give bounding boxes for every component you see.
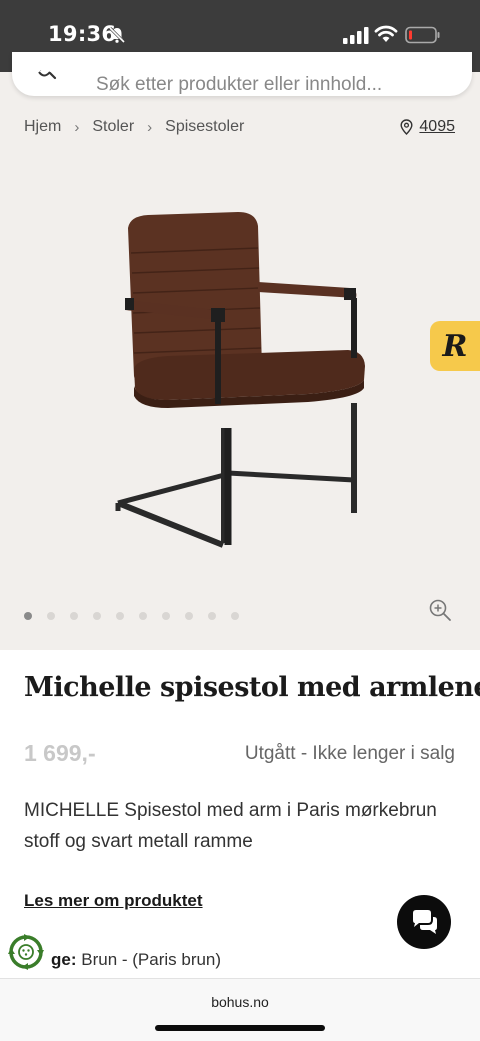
eco-icon — [8, 934, 44, 970]
chat-button[interactable] — [397, 895, 451, 949]
url-text[interactable]: bohus.no — [0, 994, 480, 1010]
location-pin-icon — [400, 119, 413, 135]
pagination-dot[interactable] — [24, 612, 32, 620]
pagination-dot[interactable] — [139, 612, 147, 620]
bell-muted-icon — [108, 26, 126, 44]
availability-status: Utgått - Ikke lenger i salg — [244, 743, 455, 764]
store-number-link[interactable]: 4095 — [419, 118, 455, 136]
r-badge[interactable]: R — [430, 321, 480, 371]
signal-icon — [343, 27, 369, 44]
pagination-dot[interactable] — [47, 612, 55, 620]
product-description: MICHELLE Spisestol med arm i Paris mørke… — [24, 800, 437, 852]
search-bar-area: Søk etter produkter eller innhold... — [0, 52, 480, 102]
variant-value: Brun - (Paris brun) — [81, 950, 222, 969]
battery-icon — [405, 26, 440, 44]
zoom-in-icon[interactable] — [428, 598, 452, 622]
chat-icon — [413, 910, 437, 934]
home-indicator — [155, 1025, 325, 1031]
gallery-pagination — [24, 612, 254, 620]
pagination-dot[interactable] — [70, 612, 78, 620]
breadcrumb-chairs[interactable]: Stoler — [92, 118, 134, 136]
product-image[interactable] — [108, 208, 373, 558]
store-selector[interactable]: 4095 — [400, 118, 455, 136]
variant-label: ge: — [51, 950, 77, 969]
pagination-dot[interactable] — [93, 612, 101, 620]
search-placeholder: Søk etter produkter eller innhold... — [96, 74, 383, 95]
pagination-dot[interactable] — [208, 612, 216, 620]
chevron-right-icon: › — [74, 118, 80, 136]
chevron-right-icon: › — [147, 118, 153, 136]
breadcrumb-dining-chairs[interactable]: Spisestoler — [165, 118, 244, 136]
breadcrumb-home[interactable]: Hjem — [24, 118, 61, 136]
pagination-dot[interactable] — [231, 612, 239, 620]
variant-info: ge: Brun - (Paris brun) — [51, 950, 221, 970]
product-price: 1 699,- — [24, 740, 96, 766]
pagination-dot[interactable] — [116, 612, 124, 620]
read-more-link[interactable]: Les mer om produktet — [24, 891, 203, 911]
pagination-dot[interactable] — [162, 612, 170, 620]
pagination-dot[interactable] — [185, 612, 193, 620]
search-input[interactable]: Søk etter produkter eller innhold... — [12, 52, 472, 96]
browser-bar: bohus.no — [0, 978, 480, 1041]
status-time: 19:36 — [48, 22, 117, 46]
wifi-icon — [374, 25, 398, 42]
breadcrumb: Hjem › Stoler › Spisestoler — [24, 118, 244, 136]
search-icon — [38, 70, 57, 80]
product-title: Michelle spisestol med armlene — [24, 672, 480, 703]
product-gallery: Hjem › Stoler › Spisestoler 4095 R — [0, 96, 480, 650]
